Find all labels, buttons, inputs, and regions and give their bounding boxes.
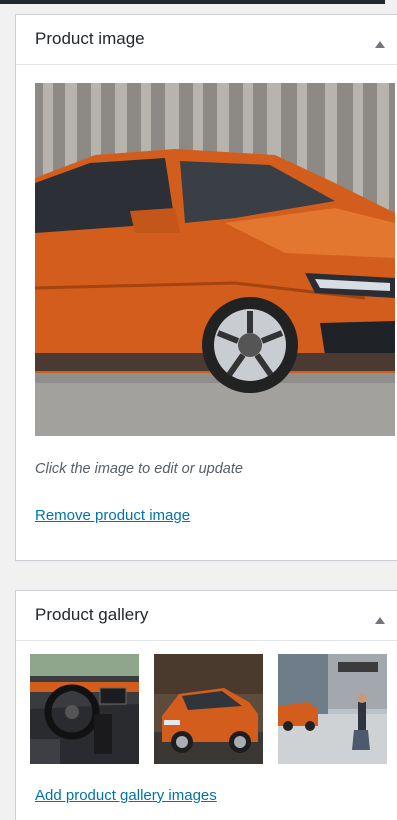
admin-top-bar-edge <box>0 0 385 4</box>
product-image-box: Product image Click the image to edit or… <box>15 14 397 561</box>
product-main-image[interactable] <box>35 83 395 436</box>
car-interior-photo <box>30 654 139 764</box>
product-gallery-title: Product gallery <box>35 605 149 624</box>
product-gallery-toggle-button[interactable] <box>367 603 393 629</box>
gallery-thumbnail-interior[interactable] <box>30 654 139 764</box>
product-image-title: Product image <box>35 29 145 48</box>
edit-image-hint: Click the image to edit or update <box>35 461 243 477</box>
street-scene-photo <box>278 654 387 764</box>
triangle-up-icon <box>375 40 385 48</box>
product-image-header[interactable]: Product image <box>16 15 397 65</box>
gallery-thumbnail-car-road[interactable] <box>154 654 263 764</box>
gallery-thumbnail-street[interactable] <box>278 654 387 764</box>
remove-product-image-link[interactable]: Remove product image <box>35 507 190 524</box>
product-image-toggle-button[interactable] <box>367 27 393 53</box>
product-gallery-box: Product gallery Add product gallery imag… <box>15 590 397 820</box>
product-gallery-header[interactable]: Product gallery <box>16 591 397 641</box>
orange-car-road-photo <box>154 654 263 764</box>
triangle-up-icon <box>375 616 385 624</box>
orange-car-photo <box>35 83 395 436</box>
add-product-gallery-images-link[interactable]: Add product gallery images <box>35 787 217 804</box>
